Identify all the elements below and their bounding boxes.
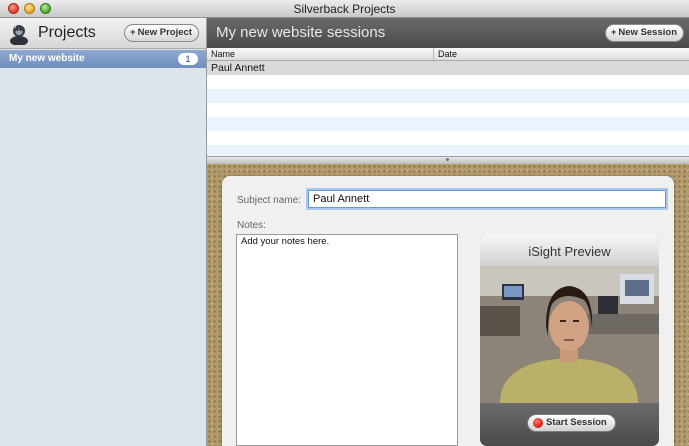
empty-row [207,89,689,103]
column-header-date[interactable]: Date [433,48,457,60]
notes-label: Notes: [237,220,266,231]
subject-name-field[interactable] [308,190,666,208]
isight-header: iSight Preview [480,234,659,266]
new-session-label: New Session [618,27,677,38]
title-bar: Silverback Projects [0,0,689,18]
sidebar-item-my-new-website[interactable]: My new website 1 [0,50,206,68]
plus-icon: + [130,27,136,38]
divider-grip-icon [446,158,449,161]
subject-name-label: Subject name: [237,195,301,206]
sidebar: Projects + New Project My new website 1 [0,18,207,446]
empty-row [207,131,689,145]
new-project-button[interactable]: + New Project [124,24,199,42]
project-name: My new website [9,53,85,64]
session-name-cell: Paul Annett [211,62,265,74]
window-title: Silverback Projects [293,2,396,16]
sessions-table: Name Date Paul Annett [207,48,689,156]
sidebar-title: Projects [38,24,96,41]
sessions-title: My new website sessions [216,24,386,41]
start-session-button[interactable]: Start Session [527,414,616,432]
empty-row [207,103,689,117]
camera-video-feed [480,266,659,403]
empty-row [207,145,689,156]
isight-preview: iSight Preview Start Session [480,234,659,446]
session-detail-panel: Subject name: Notes: Add your notes here… [222,176,674,446]
new-session-button[interactable]: + New Session [604,24,684,42]
table-row[interactable]: Paul Annett [207,61,689,75]
isight-footer: Start Session [480,403,659,446]
empty-row [207,75,689,89]
notes-textarea[interactable]: Add your notes here. [236,234,458,446]
table-header: Name Date [207,48,689,61]
camera-feed-image [480,266,659,403]
isight-preview-title: iSight Preview [528,244,611,259]
silverback-gorilla-icon [10,25,28,45]
record-dot-icon [533,418,543,428]
sessions-header: My new website sessions + New Session [207,18,689,48]
session-count-badge: 1 [178,53,198,65]
empty-row [207,117,689,131]
new-project-label: New Project [137,27,192,38]
plus-icon: + [610,27,617,38]
column-header-name[interactable]: Name [211,48,235,60]
sidebar-header: Projects + New Project [0,18,206,49]
start-session-label: Start Session [546,417,607,428]
